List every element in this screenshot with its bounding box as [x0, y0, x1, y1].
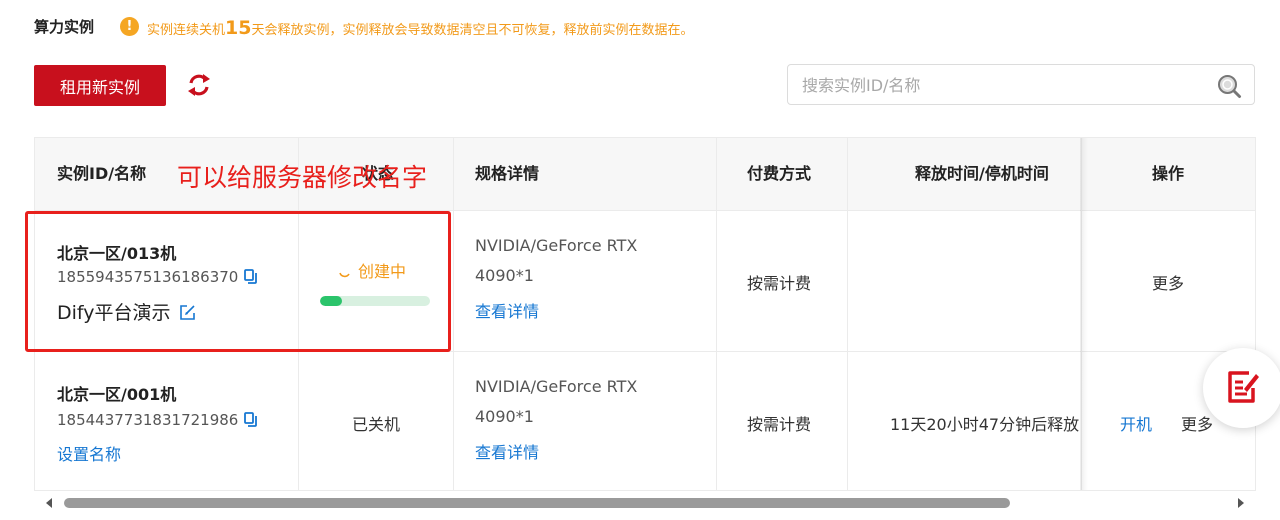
spec-line-1: NVIDIA/GeForce RTX: [475, 377, 638, 396]
table-row: 北京一区/001机 1854437731831721986 设置名称 已关机 N…: [35, 351, 1255, 490]
search-input[interactable]: [802, 73, 1202, 97]
release-time: 11天20小时47分钟后释放: [890, 415, 1080, 434]
notice-suffix: 天会释放实例，实例释放会导致数据清空且不可恢复，释放前实例在数据在。: [251, 23, 694, 38]
page-title: 算力实例: [34, 18, 95, 36]
scroll-right-arrow-icon[interactable]: [1238, 498, 1244, 508]
instance-region: 北京一区/001机: [57, 385, 177, 404]
refresh-icon[interactable]: [184, 70, 214, 100]
view-spec-details-link[interactable]: 查看详情: [475, 439, 539, 463]
scroll-left-arrow-icon[interactable]: [46, 498, 52, 508]
view-spec-details-link[interactable]: 查看详情: [475, 298, 539, 322]
annotation-text: 可以给服务器修改名字: [177, 163, 428, 192]
horizontal-scrollbar[interactable]: [34, 493, 1256, 513]
more-button[interactable]: 更多: [1152, 270, 1184, 294]
annotation-highlight-box: [25, 211, 451, 352]
search-box: [787, 64, 1255, 105]
more-button[interactable]: 更多: [1181, 411, 1213, 435]
instance-id: 1854437731831721986: [57, 411, 258, 429]
status-text: 已关机: [352, 415, 401, 434]
column-header-billing: 付费方式: [747, 164, 812, 183]
notice-days: 15: [225, 17, 252, 39]
spec-line-2: 4090*1: [475, 266, 534, 285]
column-header-id: 实例ID/名称: [57, 164, 147, 183]
column-header-actions: 操作: [1152, 164, 1185, 183]
set-name-link[interactable]: 设置名称: [57, 441, 121, 465]
copy-icon[interactable]: [244, 412, 258, 427]
release-notice: 实例连续关机15天会释放实例，实例释放会导致数据清空且不可恢复，释放前实例在数据…: [147, 17, 693, 42]
scrollbar-thumb[interactable]: [64, 498, 1010, 508]
spec-line-2: 4090*1: [475, 407, 534, 426]
notice-prefix: 实例连续关机: [147, 23, 226, 38]
start-instance-button[interactable]: 开机: [1120, 411, 1152, 435]
rent-new-instance-button[interactable]: 租用新实例: [34, 65, 166, 106]
column-header-spec: 规格详情: [475, 164, 540, 183]
warning-icon: !: [120, 17, 139, 36]
fixed-column-shadow: [1080, 138, 1088, 490]
search-icon[interactable]: [1216, 73, 1242, 99]
column-header-release-time: 释放时间/停机时间: [915, 164, 1049, 183]
note-edit-icon: [1225, 368, 1261, 406]
spec-line-1: NVIDIA/GeForce RTX: [475, 236, 638, 255]
billing-method: 按需计费: [747, 274, 812, 293]
instance-id-text: 1854437731831721986: [57, 411, 239, 429]
billing-method: 按需计费: [747, 415, 812, 434]
feedback-button[interactable]: [1203, 348, 1280, 428]
